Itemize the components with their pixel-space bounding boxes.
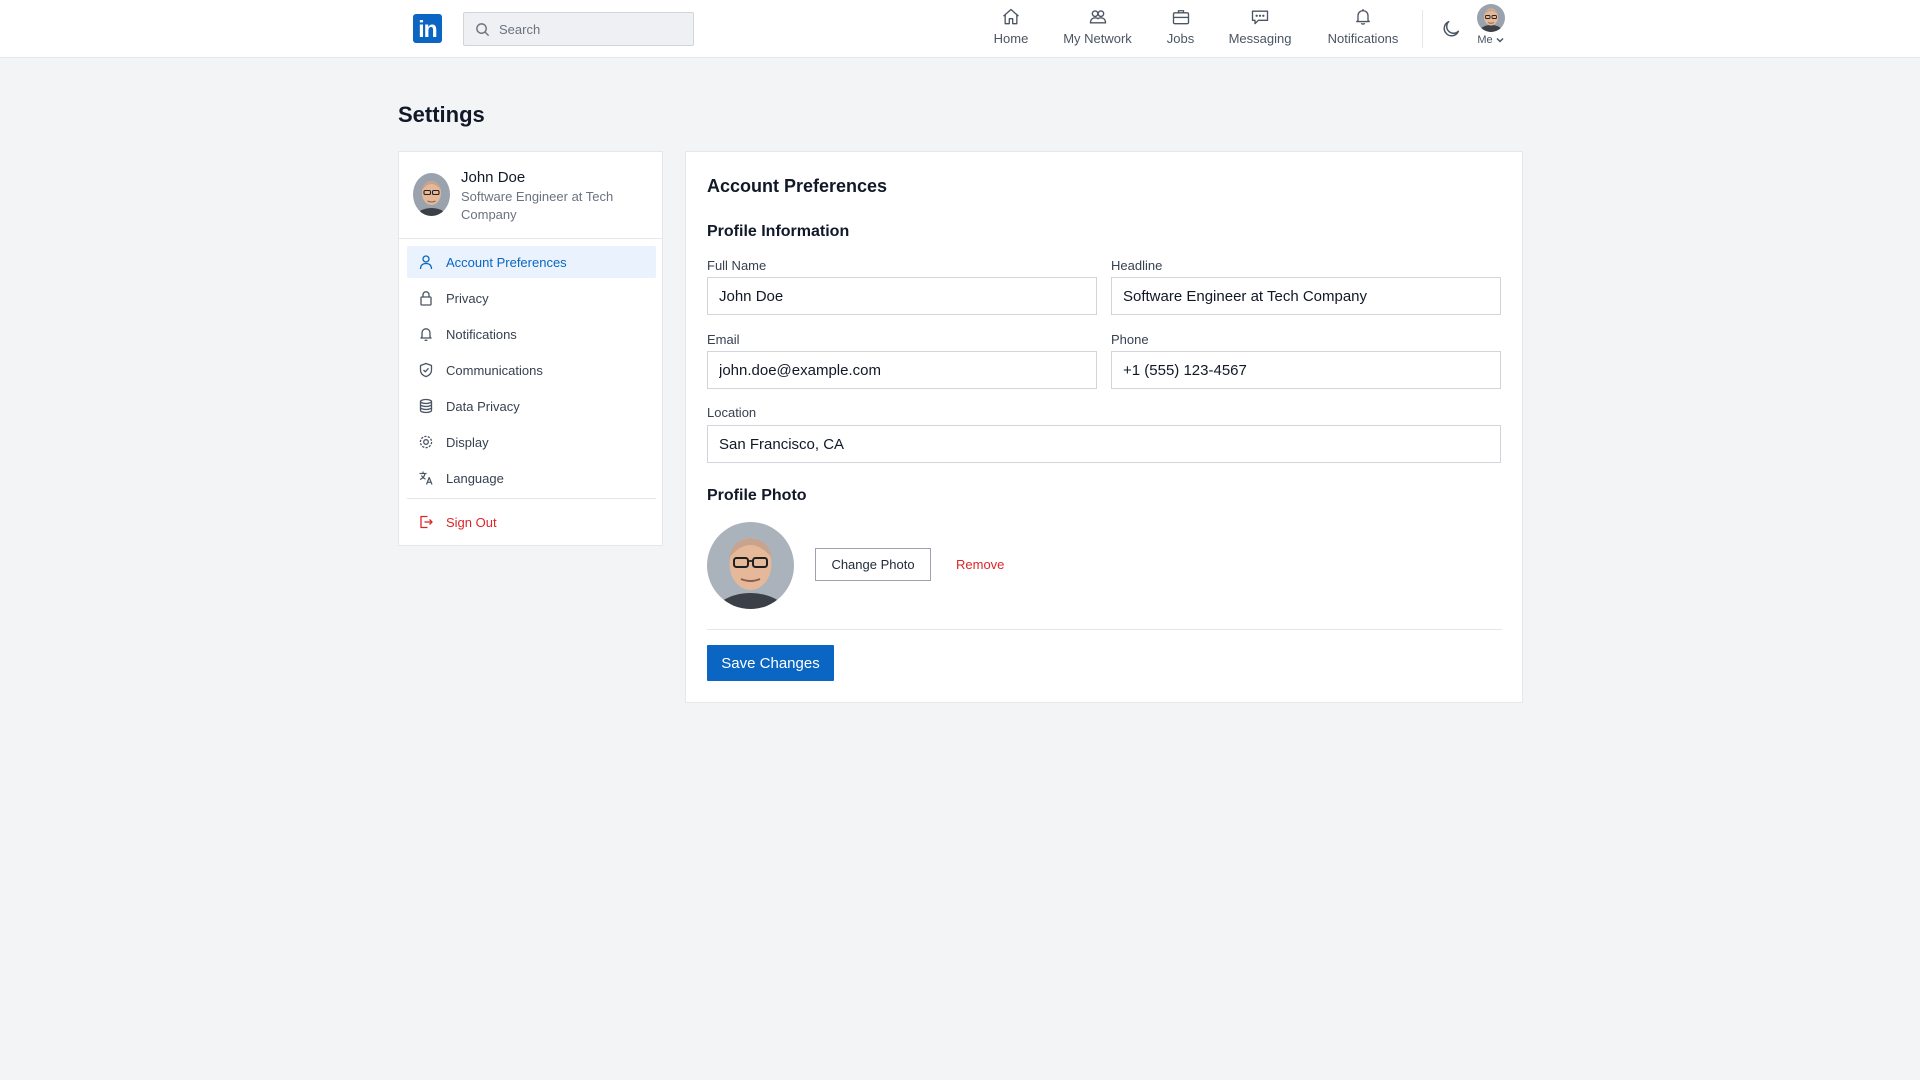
nav-home[interactable]: Home (993, 7, 1029, 51)
sidebar-item-label: Data Privacy (446, 398, 520, 414)
nav-my-network[interactable]: My Network (1061, 7, 1134, 51)
nav-divider (1422, 10, 1423, 48)
nav-home-label: Home (993, 31, 1029, 46)
profile-card: John Doe Software Engineer at Tech Compa… (399, 152, 662, 239)
home-icon (1003, 8, 1019, 25)
headline-label: Headline (1111, 258, 1163, 273)
avatar (1477, 4, 1505, 32)
nav-notifications-label: Notifications (1327, 31, 1399, 46)
profile-photo (707, 522, 794, 609)
nav-jobs[interactable]: Jobs (1165, 7, 1196, 51)
nav-jobs-label: Jobs (1166, 31, 1195, 46)
sidebar-item-label: Language (446, 470, 504, 486)
headline-field[interactable] (1111, 277, 1501, 315)
section-title-profile-information: Profile Information (707, 223, 850, 240)
profile-headline: Software Engineer at Tech Company (461, 189, 614, 222)
profile-name: John Doe (461, 169, 526, 186)
sign-out-button[interactable]: Sign Out (407, 506, 656, 538)
phone-label: Phone (1111, 332, 1149, 347)
gear-icon (419, 435, 433, 449)
location-field[interactable] (707, 425, 1501, 463)
full-name-label: Full Name (707, 258, 767, 273)
account-preferences-panel: Account Preferences Profile Information … (685, 151, 1523, 703)
sidebar-item-label: Communications (446, 362, 543, 378)
network-icon (1089, 10, 1106, 24)
lock-icon (420, 291, 432, 306)
sidebar-item-label: Display (446, 434, 489, 450)
shield-icon (419, 362, 433, 378)
nav-my-network-label: My Network (1063, 31, 1132, 46)
sidebar-item-label: Notifications (446, 326, 517, 342)
linkedin-logo[interactable]: in (413, 14, 442, 43)
full-name-field[interactable] (707, 277, 1097, 315)
briefcase-icon (1172, 10, 1189, 25)
sidebar-item-display[interactable]: Display (407, 426, 656, 458)
me-menu[interactable]: Me (1476, 4, 1506, 46)
panel-title: Account Preferences (707, 176, 888, 196)
avatar (413, 173, 450, 216)
page-title: Settings (398, 102, 485, 127)
search-input[interactable] (499, 21, 679, 37)
panel-divider (707, 629, 1502, 630)
email-label: Email (707, 332, 740, 347)
sidebar-item-account-preferences[interactable]: Account Preferences (407, 246, 656, 278)
location-label: Location (707, 405, 757, 420)
translate-icon (419, 471, 433, 485)
chevron-down-icon (1496, 37, 1504, 43)
nav-messaging[interactable]: Messaging (1227, 7, 1293, 51)
sidebar-item-communications[interactable]: Communications (407, 354, 656, 386)
sign-out-label: Sign Out (446, 514, 497, 530)
nav-messaging-label: Messaging (1228, 31, 1292, 46)
bell-icon (1356, 9, 1370, 25)
bell-icon (420, 328, 432, 342)
sidebar-item-notifications[interactable]: Notifications (407, 318, 656, 350)
database-icon (419, 398, 433, 414)
me-label: Me (1477, 34, 1493, 46)
phone-field[interactable] (1111, 351, 1501, 389)
sidebar-divider (407, 498, 656, 499)
search-box[interactable] (463, 12, 694, 46)
chat-icon (1251, 10, 1269, 25)
section-title-profile-photo: Profile Photo (707, 487, 807, 504)
sidebar-item-label: Privacy (446, 290, 489, 306)
logout-icon (420, 515, 433, 529)
sidebar-item-label: Account Preferences (446, 254, 567, 270)
sidebar-item-privacy[interactable]: Privacy (407, 282, 656, 314)
save-changes-button[interactable]: Save Changes (707, 645, 834, 681)
search-icon (476, 22, 490, 36)
nav-notifications[interactable]: Notifications (1325, 7, 1401, 51)
sidebar-item-data-privacy[interactable]: Data Privacy (407, 390, 656, 422)
change-photo-button[interactable]: Change Photo (815, 548, 931, 581)
moon-icon[interactable] (1440, 18, 1462, 40)
settings-sidebar: John Doe Software Engineer at Tech Compa… (398, 151, 663, 546)
remove-photo-button[interactable]: Remove (956, 557, 1004, 572)
sidebar-item-language[interactable]: Language (407, 462, 656, 494)
user-icon (419, 255, 433, 270)
email-field[interactable] (707, 351, 1097, 389)
top-navbar: in Home My Network Jobs Messaging Notifi… (0, 0, 1920, 58)
